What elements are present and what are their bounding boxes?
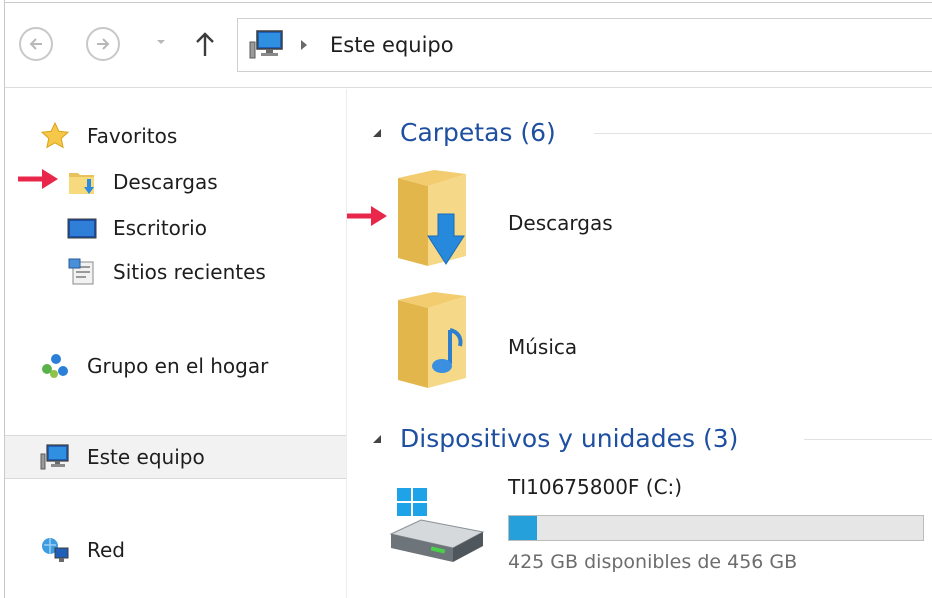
navigation-bar: Este equipo bbox=[5, 3, 932, 88]
drive-label: TI10675800F (C:) bbox=[508, 475, 683, 499]
network-icon bbox=[42, 538, 69, 562]
group-divider bbox=[804, 439, 932, 440]
group-header-folders[interactable]: Carpetas (6) bbox=[372, 113, 932, 153]
nav-item-network[interactable]: Red bbox=[5, 529, 346, 571]
recent-places-icon bbox=[68, 258, 94, 285]
drive-usage-fill bbox=[509, 516, 538, 540]
drive-usage-bar bbox=[508, 515, 924, 541]
up-button[interactable] bbox=[193, 29, 217, 59]
breadcrumb-separator-icon[interactable] bbox=[299, 38, 309, 52]
annotation-arrow-icon bbox=[347, 206, 387, 226]
recent-locations-dropdown[interactable] bbox=[155, 36, 167, 48]
annotation-arrow-icon bbox=[18, 169, 58, 189]
desktop-icon bbox=[67, 218, 97, 239]
nav-item-label: Red bbox=[87, 538, 125, 562]
nav-item-recent-places[interactable]: Sitios recientes bbox=[5, 251, 346, 293]
nav-item-label: Este equipo bbox=[87, 445, 205, 469]
folder-label: Descargas bbox=[508, 211, 613, 235]
nav-item-label: Grupo en el hogar bbox=[87, 354, 269, 378]
back-button[interactable] bbox=[19, 27, 53, 61]
music-folder-icon bbox=[398, 292, 466, 388]
windows-drive-icon bbox=[389, 488, 485, 562]
nav-item-label: Favoritos bbox=[87, 124, 178, 148]
homegroup-icon bbox=[42, 354, 68, 378]
folder-tile-music[interactable]: Música bbox=[390, 290, 690, 402]
pane-divider[interactable] bbox=[346, 89, 347, 598]
collapse-triangle-icon[interactable] bbox=[372, 128, 382, 138]
drive-free-space: 425 GB disponibles de 456 GB bbox=[508, 551, 798, 573]
computer-icon bbox=[40, 444, 69, 470]
nav-item-favorites[interactable]: Favoritos bbox=[5, 115, 346, 157]
collapse-triangle-icon[interactable] bbox=[372, 434, 382, 444]
nav-item-label: Descargas bbox=[113, 170, 218, 194]
back-arrow-icon bbox=[29, 38, 42, 50]
group-title: Carpetas (6) bbox=[400, 118, 556, 147]
nav-item-homegroup[interactable]: Grupo en el hogar bbox=[5, 345, 346, 387]
folder-tile-downloads[interactable]: Descargas bbox=[390, 165, 690, 277]
forward-arrow-icon bbox=[97, 38, 110, 50]
breadcrumb-segment[interactable]: Este equipo bbox=[330, 31, 454, 59]
folder-label: Música bbox=[508, 335, 578, 359]
explorer-window: Este equipo Favoritos Descargas Escritor… bbox=[0, 0, 932, 598]
group-title: Dispositivos y unidades (3) bbox=[400, 424, 739, 453]
nav-item-label: Sitios recientes bbox=[113, 260, 266, 284]
star-icon bbox=[40, 121, 70, 149]
group-divider bbox=[594, 133, 932, 134]
group-header-devices[interactable]: Dispositivos y unidades (3) bbox=[372, 419, 932, 459]
downloads-folder-icon bbox=[69, 173, 94, 194]
forward-button[interactable] bbox=[86, 27, 120, 61]
downloads-folder-icon bbox=[398, 170, 466, 266]
nav-item-desktop[interactable]: Escritorio bbox=[5, 207, 346, 249]
address-bar[interactable]: Este equipo bbox=[237, 18, 932, 72]
nav-item-label: Escritorio bbox=[113, 216, 207, 240]
nav-item-this-pc[interactable]: Este equipo bbox=[5, 435, 346, 479]
computer-icon bbox=[249, 30, 283, 59]
